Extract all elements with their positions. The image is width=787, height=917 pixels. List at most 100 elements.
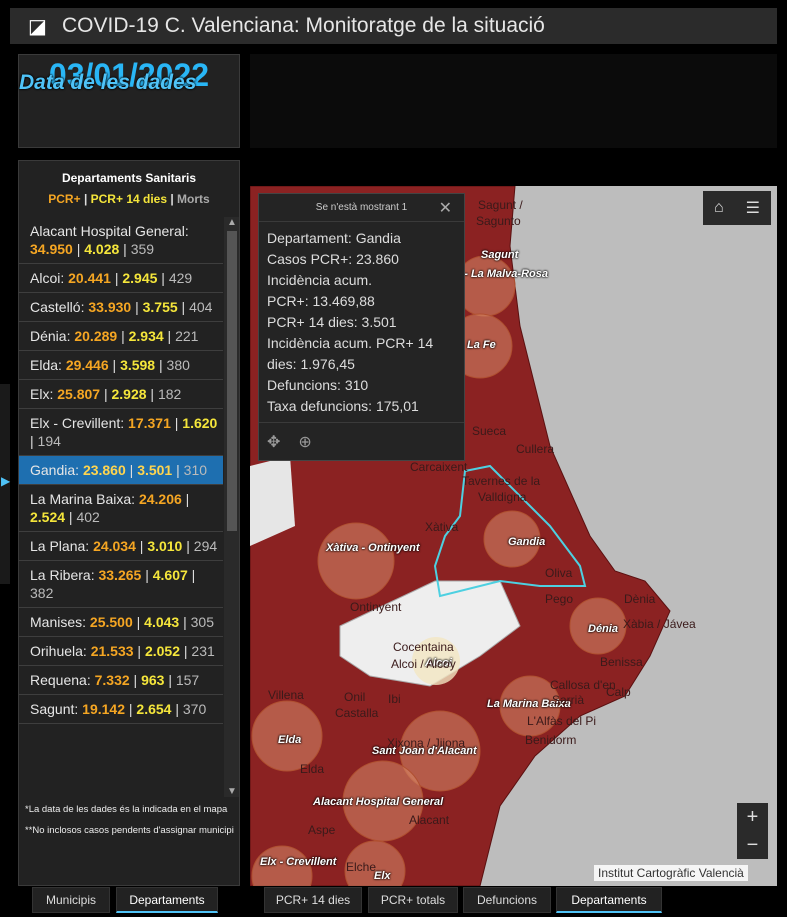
map-label: La Fe: [467, 339, 496, 351]
list-item[interactable]: Castelló: 33.930 | 3.755 | 404: [19, 293, 223, 322]
map-town-label: Benidorm: [525, 733, 577, 747]
list-item-v1: 34.950: [30, 241, 73, 257]
list-item-sep: |: [65, 509, 77, 525]
list-item-v3: 194: [37, 433, 61, 449]
list-item-v1: 24.034: [93, 538, 136, 554]
list-item-name: Alacant Hospital General:: [30, 223, 189, 239]
list-legend: PCR+ | PCR+ 14 dies | Morts: [48, 192, 210, 206]
list-item[interactable]: Elda: 29.446 | 3.598 | 380: [19, 351, 223, 380]
zoom-out-button[interactable]: −: [737, 831, 768, 859]
tab-departaments-map[interactable]: Departaments: [556, 887, 662, 913]
list-item-v3: 221: [175, 328, 199, 344]
map-toolbar: ⌂ ☰: [703, 191, 771, 225]
map-town-label: Sueca: [472, 424, 507, 438]
map-town-label: L'Alfàs del Pi: [527, 714, 596, 728]
list-item-v1: 25.807: [57, 386, 101, 402]
map-label: Elx - Crevillent: [260, 856, 337, 868]
list-item[interactable]: Sagunt: 19.142 | 2.654 | 370: [19, 695, 223, 724]
list-item-sep: |: [141, 567, 153, 583]
list-item-v1: 33.930: [88, 299, 132, 315]
list-item[interactable]: Elx: 25.807 | 2.928 | 182: [19, 380, 223, 409]
map-town-label: Castalla: [335, 706, 379, 720]
list-item-sep: |: [187, 567, 196, 583]
map-town-label: Oliva: [545, 566, 573, 580]
list-item[interactable]: La Ribera: 33.265 | 4.607 | 382: [19, 561, 223, 608]
date-label: Data de les dades: [19, 71, 197, 94]
map-town-label: Callosa d'en: [550, 678, 616, 692]
list-item-name: La Marina Baixa:: [30, 491, 139, 507]
list-item-v1: 20.441: [68, 270, 111, 286]
list-item-name: Sagunt:: [30, 701, 83, 717]
list-item-sep: |: [119, 241, 131, 257]
tab-pcr14[interactable]: PCR+ 14 dies: [264, 887, 362, 913]
tab-pcr-totals[interactable]: PCR+ totals: [368, 887, 458, 913]
map-label: Elda: [278, 734, 302, 746]
list-item-sep: |: [155, 357, 167, 373]
pan-icon[interactable]: ✥: [267, 432, 280, 452]
zoom-in-button[interactable]: +: [737, 803, 768, 831]
departments-list[interactable]: Alacant Hospital General: 34.950 | 4.028…: [19, 217, 223, 787]
list-item-v3: 382: [30, 585, 54, 601]
list-item[interactable]: Alacant Hospital General: 34.950 | 4.028…: [19, 217, 223, 264]
map-town-label: Alcoi / Alcoy: [391, 657, 456, 671]
list-item-name: Manises:: [30, 614, 90, 630]
list-item[interactable]: La Marina Baixa: 24.206 | 2.524 | 402: [19, 485, 223, 532]
list-item-v3: 310: [183, 462, 208, 478]
close-icon[interactable]: ✕: [439, 198, 452, 218]
map-town-label: Sagunt /: [478, 198, 523, 212]
home-icon[interactable]: ⌂: [714, 199, 724, 217]
list-item-name: Castelló:: [30, 299, 89, 315]
zoom-to-icon[interactable]: ⊕: [298, 432, 311, 452]
list-item-name: Elx - Crevillent:: [30, 415, 129, 431]
popup-line: Incidència acum. PCR+ 14: [267, 335, 434, 351]
list-item[interactable]: La Plana: 24.034 | 3.010 | 294: [19, 532, 223, 561]
list-item[interactable]: Requena: 7.332 | 963 | 157: [19, 666, 223, 695]
list-item[interactable]: Orihuela: 21.533 | 2.052 | 231: [19, 637, 223, 666]
map-town-label: Xixona / Jijona: [387, 736, 466, 750]
list-item-v2: 2.052: [144, 643, 180, 659]
list-item-sep: |: [133, 643, 145, 659]
list-item-v2: 2.945: [122, 270, 158, 286]
map-town-label: Alacant: [409, 813, 450, 827]
side-expand-tab[interactable]: ▶: [0, 384, 10, 584]
map-town-label: Sagunto: [476, 214, 521, 228]
map-label: Xàtiva - Ontinyent: [326, 542, 420, 554]
list-item-v1: 23.860: [82, 462, 126, 478]
list-item-name: Elda:: [30, 357, 66, 373]
list-item-sep: |: [108, 357, 121, 373]
map-label: Gandia: [508, 536, 546, 548]
list-item[interactable]: Gandia: 23.860 | 3.501 | 310: [19, 456, 223, 485]
list-scrollbar[interactable]: ▲ ▼: [224, 217, 239, 797]
list-item-v2: 2.524: [30, 509, 66, 525]
tab-municipis[interactable]: Municipis: [32, 887, 110, 913]
list-item[interactable]: Manises: 25.500 | 4.043 | 305: [19, 608, 223, 637]
tab-defuncions[interactable]: Defuncions: [463, 887, 551, 913]
list-item-name: Elx:: [30, 386, 58, 402]
list-item-sep: |: [124, 701, 137, 717]
list-item-name: La Ribera:: [30, 567, 99, 583]
chevron-right-icon: ▶: [1, 474, 11, 488]
tab-departaments-list[interactable]: Departaments: [116, 887, 218, 913]
list-item-sep: |: [172, 462, 184, 478]
list-item-name: La Plana:: [30, 538, 94, 554]
map-label: Dénia: [588, 623, 618, 635]
list-item-v3: 402: [76, 509, 100, 525]
list-icon[interactable]: ☰: [746, 198, 760, 218]
list-title: Departaments Sanitaris: [61, 171, 197, 185]
app-title: COVID-19 C. Valenciana: Monitoratge de l…: [62, 14, 545, 37]
popup-line: dies: 1.976,45: [267, 356, 355, 372]
map-label: Alacant Hospital General: [313, 796, 444, 808]
map-town-label: Pego: [545, 592, 574, 606]
departments-list-panel: Departaments Sanitaris PCR+ | PCR+ 14 di…: [18, 160, 240, 886]
list-item-v2: 3.010: [147, 538, 183, 554]
list-item-v1: 25.500: [89, 614, 133, 630]
list-item[interactable]: Dénia: 20.289 | 2.934 | 221: [19, 322, 223, 351]
map-town-label: Carcaixent: [410, 460, 468, 474]
map-town-label: Villena: [268, 688, 304, 702]
list-item[interactable]: Elx - Crevillent: 17.371 | 1.620 | 194: [19, 409, 223, 456]
map-attribution: Institut Cartogràfic Valencià: [594, 865, 748, 881]
map-town-label: Elche: [346, 860, 377, 874]
list-item-v3: 294: [193, 538, 218, 554]
list-item[interactable]: Alcoi: 20.441 | 2.945 | 429: [19, 264, 223, 293]
popup-line: Departament: Gandia: [267, 230, 401, 246]
